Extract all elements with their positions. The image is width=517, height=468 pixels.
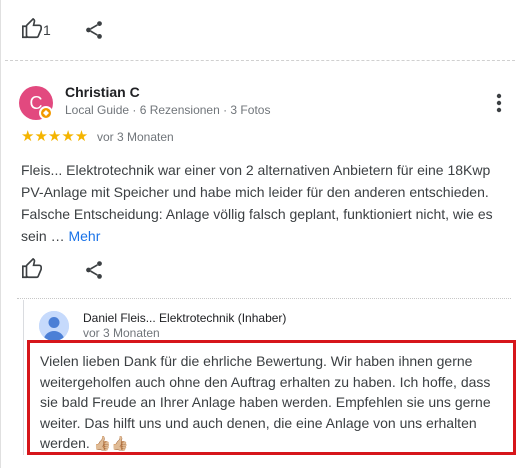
more-vert-icon[interactable] — [489, 92, 509, 114]
star-rating: ★★★★★ — [21, 128, 89, 145]
owner-reply-highlight: Vielen lieben Dank für die ehrliche Bewe… — [27, 340, 516, 455]
thumbs-up-icon[interactable] — [21, 258, 43, 280]
owner-reply-time: vor 3 Monaten — [83, 326, 160, 340]
review-divider — [5, 60, 515, 61]
author-name[interactable]: Christian C — [65, 84, 140, 100]
owner-avatar — [39, 311, 69, 341]
review-text: Fleis... Elektrotechnik war einer von 2 … — [21, 159, 509, 247]
previous-review-actions: 1 — [1, 0, 517, 61]
review-time: vor 3 Monaten — [97, 130, 174, 144]
more-link[interactable]: Mehr — [68, 228, 100, 244]
owner-reply-text: Vielen lieben Dank für die ehrliche Bewe… — [40, 353, 491, 451]
person-icon — [39, 311, 69, 341]
like-count: 1 — [43, 22, 51, 38]
owner-reply-divider — [17, 298, 511, 299]
thumbs-up-icon[interactable] — [21, 18, 43, 40]
owner-name: Daniel Fleis... Elektrotechnik (Inhaber) — [83, 311, 287, 325]
local-guide-badge-icon — [39, 106, 53, 120]
author-meta[interactable]: Local Guide · 6 Rezensionen · 3 Fotos — [65, 103, 270, 117]
share-icon[interactable] — [83, 259, 105, 281]
review-panel: 1 C Christian C Local Guide · 6 Rezensio… — [0, 0, 517, 468]
owner-reply-indent-bar — [23, 300, 24, 455]
share-icon[interactable] — [83, 19, 105, 41]
